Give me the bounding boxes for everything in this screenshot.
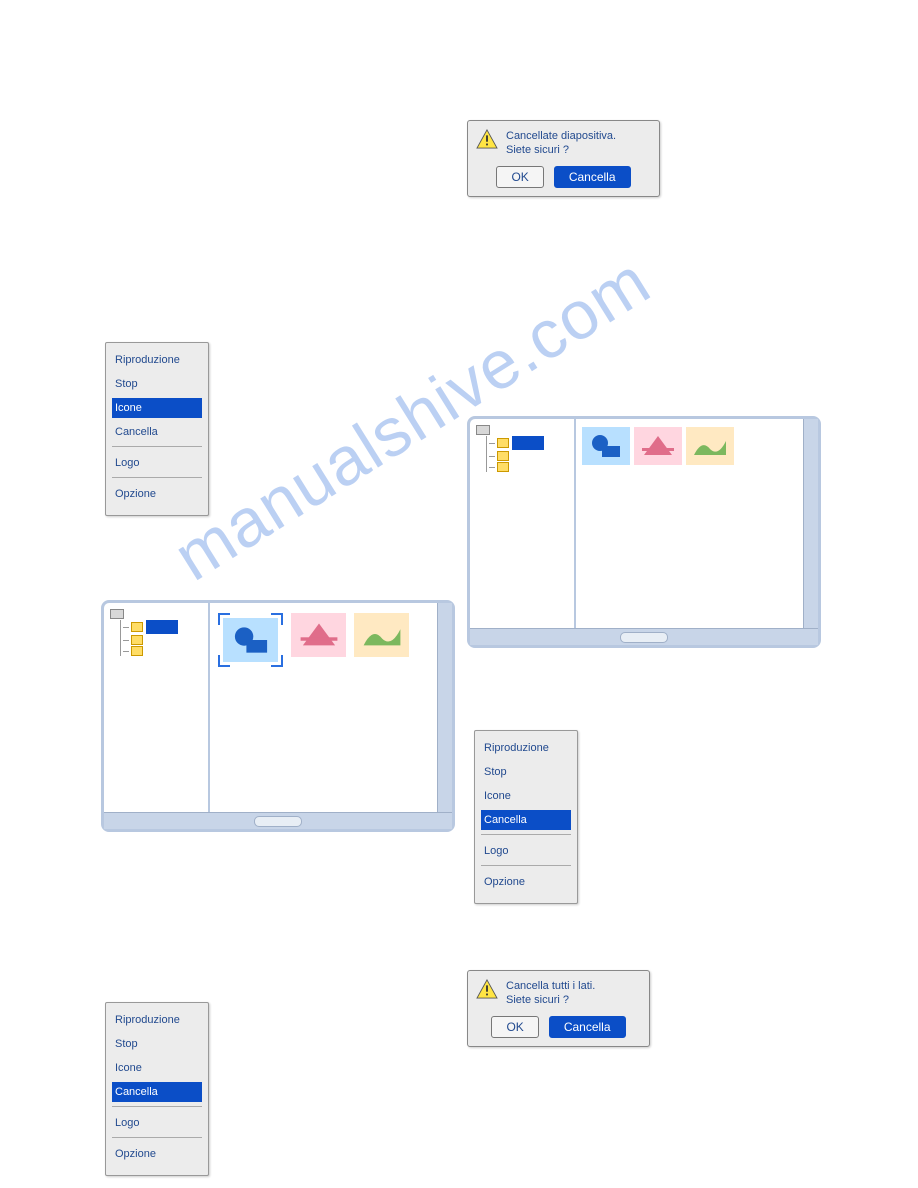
slide-thumb-1[interactable] [582, 427, 630, 465]
drive-icon [110, 609, 124, 619]
menu-item-icone[interactable]: Icone [481, 786, 571, 806]
confirm-dialog-delete-all: Cancella tutti i lati. Siete sicuri ? OK… [467, 970, 650, 1047]
folder-icon [131, 622, 143, 632]
slide-thumb-2[interactable] [634, 427, 682, 465]
menu-item-riproduzione[interactable]: Riproduzione [481, 738, 571, 758]
dialog-message: Cancellate diapositiva. Siete sicuri ? [506, 129, 616, 158]
thumbnail-pane [576, 419, 803, 628]
vertical-scrollbar[interactable] [803, 419, 818, 628]
context-menu-cancella-left: Riproduzione Stop Icone Cancella Logo Op… [105, 1002, 209, 1176]
menu-separator [112, 1106, 202, 1107]
menu-item-riproduzione[interactable]: Riproduzione [112, 350, 202, 370]
menu-item-cancella[interactable]: Cancella [481, 810, 571, 830]
tree-folder[interactable] [489, 436, 570, 450]
warning-icon [476, 129, 498, 149]
confirm-dialog-delete-slide: Cancellate diapositiva. Siete sicuri ? O… [467, 120, 660, 197]
tree-folder[interactable] [123, 646, 204, 656]
menu-item-logo[interactable]: Logo [112, 1113, 202, 1133]
menu-separator [112, 477, 202, 478]
dialog-message: Cancella tutti i lati. Siete sicuri ? [506, 979, 595, 1008]
warning-icon [476, 979, 498, 999]
slide-thumb-2[interactable] [291, 613, 346, 657]
folder-icon [131, 646, 143, 656]
folder-tree-pane [470, 419, 576, 628]
ok-button[interactable]: OK [491, 1016, 538, 1038]
shape-icon [638, 431, 678, 461]
viewer-screen-large-thumbs [101, 600, 455, 832]
menu-separator [481, 865, 571, 866]
shape-icon [586, 431, 626, 461]
menu-item-stop[interactable]: Stop [112, 1034, 202, 1054]
menu-item-stop[interactable]: Stop [481, 762, 571, 782]
tree-root[interactable] [110, 609, 204, 619]
menu-item-opzione[interactable]: Opzione [112, 1144, 202, 1164]
shape-icon [228, 622, 274, 658]
horizontal-scrollbar[interactable] [104, 812, 452, 829]
menu-item-icone[interactable]: Icone [112, 398, 202, 418]
folder-icon [497, 462, 509, 472]
context-menu-icone: Riproduzione Stop Icone Cancella Logo Op… [105, 342, 209, 516]
shape-icon [359, 617, 405, 653]
ok-button[interactable]: OK [496, 166, 543, 188]
tree-folder[interactable] [123, 620, 204, 634]
tree-folder[interactable] [489, 451, 570, 461]
menu-item-logo[interactable]: Logo [112, 453, 202, 473]
folder-icon [131, 635, 143, 645]
vertical-scrollbar[interactable] [437, 603, 452, 812]
folder-icon [497, 451, 509, 461]
scroll-handle[interactable] [620, 632, 668, 643]
folder-tree-pane [104, 603, 210, 812]
menu-item-cancella[interactable]: Cancella [112, 422, 202, 442]
menu-separator [112, 1137, 202, 1138]
tree-folder[interactable] [489, 462, 570, 472]
menu-item-logo[interactable]: Logo [481, 841, 571, 861]
thumb-selection-frame [218, 613, 283, 667]
menu-separator [481, 834, 571, 835]
tree-folder[interactable] [123, 635, 204, 645]
slide-thumb-3[interactable] [354, 613, 409, 657]
menu-separator [112, 446, 202, 447]
shape-icon [296, 617, 342, 653]
horizontal-scrollbar[interactable] [470, 628, 818, 645]
viewer-screen-small-thumbs [467, 416, 821, 648]
scroll-handle[interactable] [254, 816, 302, 827]
folder-icon [497, 438, 509, 448]
menu-item-icone[interactable]: Icone [112, 1058, 202, 1078]
shape-icon [690, 431, 730, 461]
cancel-button[interactable]: Cancella [549, 1016, 626, 1038]
menu-item-riproduzione[interactable]: Riproduzione [112, 1010, 202, 1030]
menu-item-cancella[interactable]: Cancella [112, 1082, 202, 1102]
context-menu-cancella-right: Riproduzione Stop Icone Cancella Logo Op… [474, 730, 578, 904]
slide-thumb-3[interactable] [686, 427, 734, 465]
thumbnail-pane [210, 603, 437, 812]
cancel-button[interactable]: Cancella [554, 166, 631, 188]
slide-thumb-1[interactable] [223, 618, 278, 662]
menu-item-opzione[interactable]: Opzione [481, 872, 571, 892]
tree-root[interactable] [476, 425, 570, 435]
menu-item-opzione[interactable]: Opzione [112, 484, 202, 504]
drive-icon [476, 425, 490, 435]
menu-item-stop[interactable]: Stop [112, 374, 202, 394]
